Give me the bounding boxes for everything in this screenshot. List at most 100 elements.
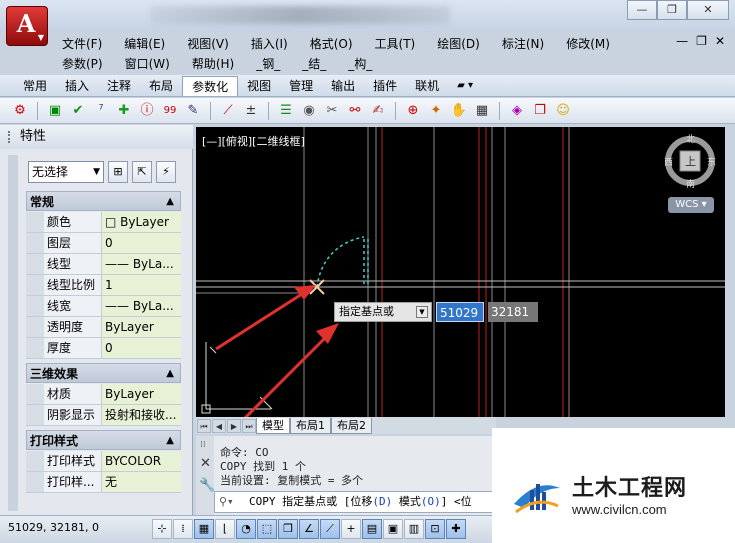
grid-display-icon[interactable]: ▦ bbox=[194, 519, 214, 539]
last-tab-icon[interactable]: ⏭ bbox=[242, 418, 256, 433]
menu-draw[interactable]: 绘图(D) bbox=[437, 35, 480, 52]
3d-object-snap-icon[interactable]: ❒ bbox=[278, 519, 298, 539]
application-menu-button[interactable]: A ▼ bbox=[6, 6, 48, 46]
offset-icon[interactable]: ± bbox=[241, 101, 261, 121]
tab-parametric[interactable]: 参数化 bbox=[182, 76, 239, 96]
command-input[interactable]: ⚲▾ COPY 指定基点或 [位移(D) 模式(O)] <位 bbox=[214, 491, 496, 513]
property-row[interactable]: 线型 —— ByLa... bbox=[26, 254, 181, 275]
menu-structure[interactable]: _结_ bbox=[302, 55, 326, 72]
tab-layout[interactable]: 布局 bbox=[140, 76, 182, 96]
property-row[interactable]: 线型比例 1 bbox=[26, 275, 181, 296]
dynamic-input-icon[interactable]: + bbox=[341, 519, 361, 539]
option-mode[interactable]: (O) bbox=[421, 495, 441, 508]
grip-icon[interactable]: ⁞⁞ bbox=[200, 440, 206, 450]
pencil-icon[interactable]: ✎ bbox=[183, 101, 203, 121]
palette-side-strip[interactable] bbox=[8, 155, 18, 511]
first-tab-icon[interactable]: ⏮ bbox=[197, 418, 211, 433]
tab-manage[interactable]: 管理 bbox=[280, 76, 322, 96]
lineweight-icon[interactable]: ▤ bbox=[362, 519, 382, 539]
chart-icon[interactable]: ⚯ bbox=[345, 101, 365, 121]
property-value[interactable]: ByLayer bbox=[101, 317, 181, 337]
count-icon[interactable]: 99 bbox=[160, 101, 180, 121]
ortho-mode-icon[interactable]: ⌊ bbox=[215, 519, 235, 539]
menu-tools[interactable]: 工具(T) bbox=[375, 35, 416, 52]
coordinates-display[interactable]: 51029, 32181, 0 bbox=[8, 521, 99, 534]
property-row[interactable]: 透明度 ByLayer bbox=[26, 317, 181, 338]
object-snap-icon[interactable]: ⬚ bbox=[257, 519, 277, 539]
list-icon[interactable]: ☰ bbox=[276, 101, 296, 121]
tab-home[interactable]: 常用 bbox=[14, 76, 56, 96]
section-3d-effects[interactable]: 三维效果 ▲ bbox=[26, 363, 181, 383]
tab-layout1[interactable]: 布局1 bbox=[290, 417, 331, 434]
tab-view[interactable]: 视图 bbox=[238, 76, 280, 96]
menu-steel[interactable]: _钢_ bbox=[256, 55, 280, 72]
viewcube-west[interactable]: 西 bbox=[664, 155, 673, 168]
infer-constraints-icon[interactable]: ⊹ bbox=[152, 519, 172, 539]
restore-button[interactable]: ❐ bbox=[657, 0, 687, 20]
tab-plugins[interactable]: 插件 bbox=[364, 76, 406, 96]
layer-icon[interactable]: ◈ bbox=[507, 101, 527, 121]
close-icon[interactable]: ✕ bbox=[200, 456, 211, 471]
section-plot-style[interactable]: 打印样式 ▲ bbox=[26, 430, 181, 450]
calculator-grid-icon[interactable]: ▦ bbox=[472, 101, 492, 121]
ribbon-options-dropdown-icon[interactable]: ▰ ▾ bbox=[448, 76, 482, 96]
menu-insert[interactable]: 插入(I) bbox=[251, 35, 288, 52]
menu-window[interactable]: 窗口(W) bbox=[125, 55, 170, 72]
property-value[interactable]: —— ByLa... bbox=[101, 254, 181, 274]
selection-cycling-icon[interactable]: ⊡ bbox=[425, 519, 445, 539]
toggle-pickadd-icon[interactable]: ⊞ bbox=[108, 161, 128, 183]
transparency-icon[interactable]: ▣ bbox=[383, 519, 403, 539]
property-value[interactable]: ByLayer bbox=[101, 384, 181, 404]
allow-ucs-icon[interactable]: ⟋ bbox=[320, 519, 340, 539]
scissors-icon[interactable]: ✂ bbox=[322, 101, 342, 121]
gear-icon[interactable]: ⚙ bbox=[10, 101, 30, 121]
annotation-monitor-icon[interactable]: ✚ bbox=[446, 519, 466, 539]
viewport-controls-label[interactable]: [—][俯视][二维线框] bbox=[202, 133, 305, 149]
checkmark-icon[interactable]: ✔ bbox=[68, 101, 88, 121]
doc-minimize-button[interactable]: — bbox=[676, 34, 688, 48]
property-value[interactable]: 0 bbox=[101, 338, 181, 358]
property-row[interactable]: 打印样... 无 bbox=[26, 472, 181, 493]
tab-insert[interactable]: 插入 bbox=[56, 76, 98, 96]
menu-help[interactable]: 帮助(H) bbox=[192, 55, 234, 72]
drawing-canvas[interactable]: [—][俯视][二维线框] 上 北 南 东 西 bbox=[196, 127, 725, 417]
grip-icon[interactable] bbox=[8, 131, 12, 143]
menu-view[interactable]: 视图(V) bbox=[187, 35, 229, 52]
menu-modify[interactable]: 修改(M) bbox=[566, 35, 610, 52]
zoom-icon[interactable]: ⊕ bbox=[403, 101, 423, 121]
tab-online[interactable]: 联机 bbox=[406, 76, 448, 96]
eye-icon[interactable]: ◉ bbox=[299, 101, 319, 121]
property-row[interactable]: 材质 ByLayer bbox=[26, 384, 181, 405]
property-row[interactable]: 打印样式 BYCOLOR bbox=[26, 451, 181, 472]
section-general[interactable]: 常规 ▲ bbox=[26, 191, 181, 211]
property-value[interactable]: —— ByLa... bbox=[101, 296, 181, 316]
hand-icon[interactable]: ✋ bbox=[449, 101, 469, 121]
quick-select-icon[interactable]: ⚡ bbox=[156, 161, 176, 183]
property-value[interactable]: □ ByLayer bbox=[101, 212, 181, 232]
menu-dimension[interactable]: 标注(N) bbox=[502, 35, 544, 52]
property-row[interactable]: 颜色 □ ByLayer bbox=[26, 212, 181, 233]
viewcube-top-label[interactable]: 上 bbox=[685, 153, 696, 169]
doc-close-button[interactable]: ✕ bbox=[715, 34, 725, 48]
info-icon[interactable]: ⓘ bbox=[137, 101, 157, 121]
dynamic-input-x-field[interactable]: 51029 bbox=[436, 302, 484, 322]
book-icon[interactable]: ❐ bbox=[530, 101, 550, 121]
prev-tab-icon[interactable]: ◀ bbox=[212, 418, 226, 433]
plus-icon[interactable]: ✚ bbox=[114, 101, 134, 121]
viewcube-south[interactable]: 南 bbox=[686, 177, 695, 190]
property-row[interactable]: 线宽 —— ByLa... bbox=[26, 296, 181, 317]
polar-tracking-icon[interactable]: ◔ bbox=[236, 519, 256, 539]
wrench-icon[interactable]: 🔧 bbox=[199, 478, 215, 493]
property-value[interactable]: 0 bbox=[101, 233, 181, 253]
viewcube-north[interactable]: 北 bbox=[686, 132, 695, 145]
property-row[interactable]: 厚度 0 bbox=[26, 338, 181, 359]
options-down-arrow-icon[interactable]: ▼ bbox=[416, 306, 428, 318]
menu-member[interactable]: _构_ bbox=[348, 55, 372, 72]
tab-annotate[interactable]: 注释 bbox=[98, 76, 140, 96]
line-icon[interactable]: ⟋ bbox=[218, 101, 238, 121]
edit-icon[interactable]: ✍ bbox=[368, 101, 388, 121]
select-objects-icon[interactable]: ⇱ bbox=[132, 161, 152, 183]
close-button[interactable]: ✕ bbox=[687, 0, 729, 20]
menu-file[interactable]: 文件(F) bbox=[62, 35, 102, 52]
option-displacement[interactable]: (D) bbox=[372, 495, 392, 508]
